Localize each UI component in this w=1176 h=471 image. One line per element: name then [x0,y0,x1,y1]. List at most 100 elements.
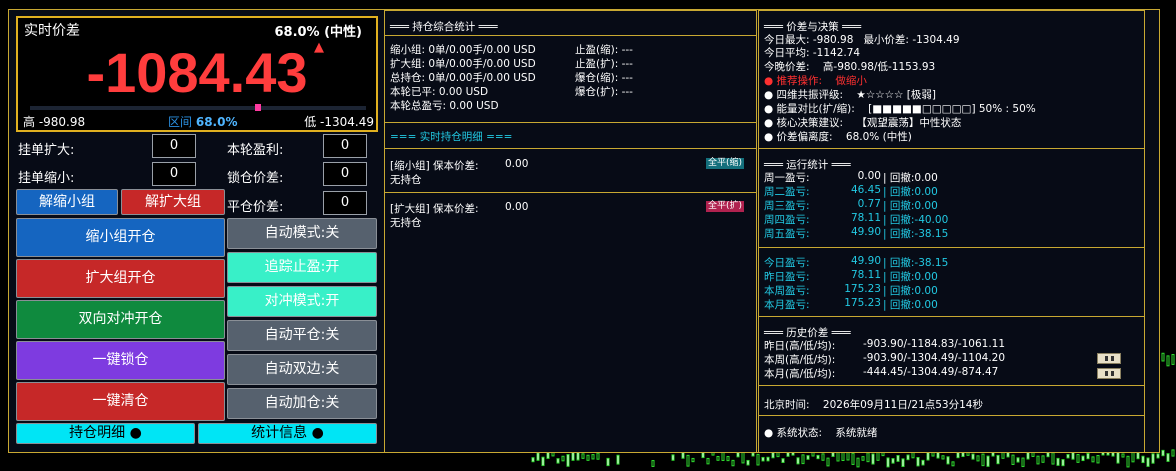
candle [1156,453,1160,459]
candle [686,454,690,467]
candle [536,452,540,461]
expand-breakeven: 0.00 [505,201,529,213]
weekday-drawdown: | 回撤:-38.15 [883,228,949,240]
candle [756,453,760,466]
history-week-toggle-button[interactable] [1097,353,1121,364]
resonance-label: ● 四维共振评级: [764,89,844,101]
shrink-close-all-button[interactable]: 全平(缩) [706,158,745,169]
recommend-value: 做缩小 [835,75,867,87]
energy-bar: [■■■■■□□□□□] 50% : 50% [868,103,1036,115]
expand-status: 无持仓 [390,217,422,229]
weekday-pnl: 0.00 [857,170,881,182]
candle [806,455,810,460]
close-spread-input[interactable]: 0 [323,191,367,215]
candle [706,457,710,465]
pending-shrink-input[interactable]: 0 [152,162,196,186]
candle [1091,456,1095,463]
candle [1171,449,1175,457]
candle [1086,453,1090,460]
expand-open-button[interactable]: 扩大组开仓 [16,259,225,298]
today-avg-value: -1142.74 [812,47,861,59]
summary-line: 缩小组: 0单/0.00手/0.00 USD [390,44,536,56]
period-drawdown: | 回撤:0.00 [883,299,938,311]
candle [851,452,855,465]
shrink-status: 无持仓 [390,174,422,186]
candle [826,457,830,467]
candle [951,461,955,467]
candle [821,453,825,461]
candle [1076,454,1080,463]
deviation-percent: 68.0% (中性) [274,25,362,40]
candle [846,452,850,461]
weekday-pnl: 49.90 [850,226,881,238]
candle [891,458,895,464]
deviation-value: 68.0% (中性) [845,131,912,143]
expand-header: [扩大组] 保本价差: [390,203,479,215]
candle [1166,355,1170,367]
candle [801,454,805,465]
hedge-open-button[interactable]: 双向对冲开仓 [16,300,225,339]
separator [759,148,1144,149]
candle [766,456,770,462]
candle [1126,455,1130,468]
pending-expand-input[interactable]: 0 [152,134,196,158]
candle [896,454,900,462]
round-profit-input[interactable]: 0 [323,134,367,158]
candle [1141,455,1145,464]
high-value: 高 -980.98 [23,115,86,129]
realtime-spread-panel: 实时价差 68.0% (中性) -1084.43 ▲ 高 -980.98 区间 … [16,16,378,132]
candle [781,458,785,463]
candle [581,453,585,459]
unlock-shrink-button[interactable]: 解缩小组 [16,189,118,215]
shrink-open-button[interactable]: 缩小组开仓 [16,218,225,257]
separator [759,385,1144,386]
history-month-toggle-button[interactable] [1097,368,1121,379]
decision-panel: ═══ 价差与决策 ═══ 今日最大: -980.98 最小价差: -1304.… [758,10,1145,453]
lock-all-button[interactable]: 一键锁仓 [16,341,225,380]
candle [946,456,950,465]
stats-info-tab[interactable]: 统计信息 ● [198,423,377,444]
trading-dashboard: 实时价差 68.0% (中性) -1084.43 ▲ 高 -980.98 区间 … [8,9,1160,453]
history-value: -903.90/-1184.83/-1061.11 [863,338,1006,350]
candle [1066,453,1070,459]
price-label: 实时价差 [24,23,80,39]
candle [796,457,800,465]
separator [385,192,756,193]
candle [916,456,920,467]
beijing-value: 2026年09月11日/21点53分14秒 [822,399,983,411]
hedge-mode-toggle[interactable]: 对冲模式:开 [227,286,377,317]
candle [566,454,570,467]
min-spread-label: 最小价差: [863,34,909,46]
candle [561,455,565,462]
auto-mode-toggle[interactable]: 自动模式:关 [227,218,377,249]
period-label: 本周盈亏: [764,285,810,297]
low-value: 低 -1304.49 [304,115,374,129]
auto-both-toggle[interactable]: 自动双边:关 [227,354,377,385]
separator [385,148,756,149]
positions-title: ═══ 持仓综合统计 ═══ [390,21,498,33]
weekday-drawdown: | 回撤:0.00 [883,200,938,212]
energy-label: ● 能量对比(扩/缩): [764,103,855,115]
candle [606,457,610,467]
range-bar [30,104,366,111]
unlock-expand-button[interactable]: 解扩大组 [121,189,225,215]
trailing-stop-toggle[interactable]: 追踪止盈:开 [227,252,377,283]
expand-close-all-button[interactable]: 全平(扩) [706,201,745,212]
candle [1001,451,1005,459]
candle [941,455,945,460]
pending-expand-label: 挂单扩大: [18,143,75,158]
period-pnl: 175.23 [844,283,881,295]
auto-add-toggle[interactable]: 自动加仓:关 [227,388,377,419]
clear-all-button[interactable]: 一键清仓 [16,382,225,421]
summary-line: 扩大组: 0单/0.00手/0.00 USD [390,58,536,70]
range-marker [255,104,262,111]
candle [856,457,860,468]
weekday-drawdown: | 回撤:-40.00 [883,214,949,226]
weekday-label: 周二盈亏: [764,186,810,198]
auto-close-toggle[interactable]: 自动平仓:关 [227,320,377,351]
lock-spread-input[interactable]: 0 [323,162,367,186]
positions-detail-tab[interactable]: 持仓明细 ● [16,423,195,444]
range-label-text: 区间 [168,115,193,129]
beijing-label: 北京时间: [764,399,810,411]
summary-line: 总持仓: 0单/0.00手/0.00 USD [390,72,536,84]
